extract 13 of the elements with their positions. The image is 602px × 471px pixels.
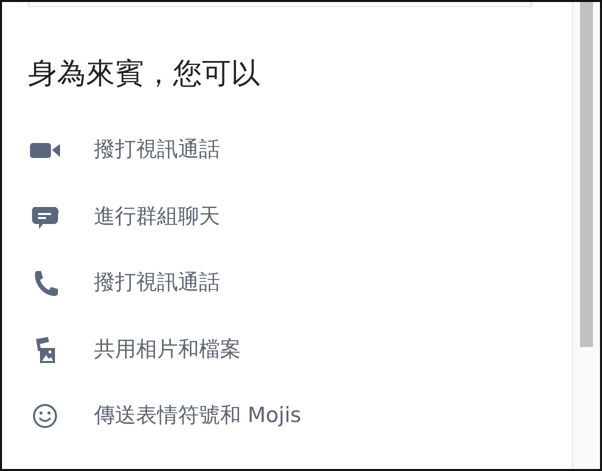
feature-label: 撥打視訊通話: [94, 136, 220, 164]
chat-bubble-icon: [32, 206, 59, 229]
scrollbar-thumb[interactable]: [580, 2, 593, 347]
feature-label: 傳送表情符號和 Mojis: [94, 402, 302, 430]
feature-label: 進行群組聊天: [94, 202, 220, 230]
scrollbar[interactable]: [572, 2, 600, 469]
photo-stack-icon: [36, 336, 55, 363]
section-heading: 身為來賓，您可以: [28, 56, 261, 91]
feature-label: 共用相片和檔案: [94, 336, 241, 363]
video-camera-icon: [30, 143, 60, 158]
smiley-icon: [33, 404, 57, 428]
feature-label: 撥打視訊通話: [94, 269, 220, 296]
phone-icon: [35, 271, 58, 296]
